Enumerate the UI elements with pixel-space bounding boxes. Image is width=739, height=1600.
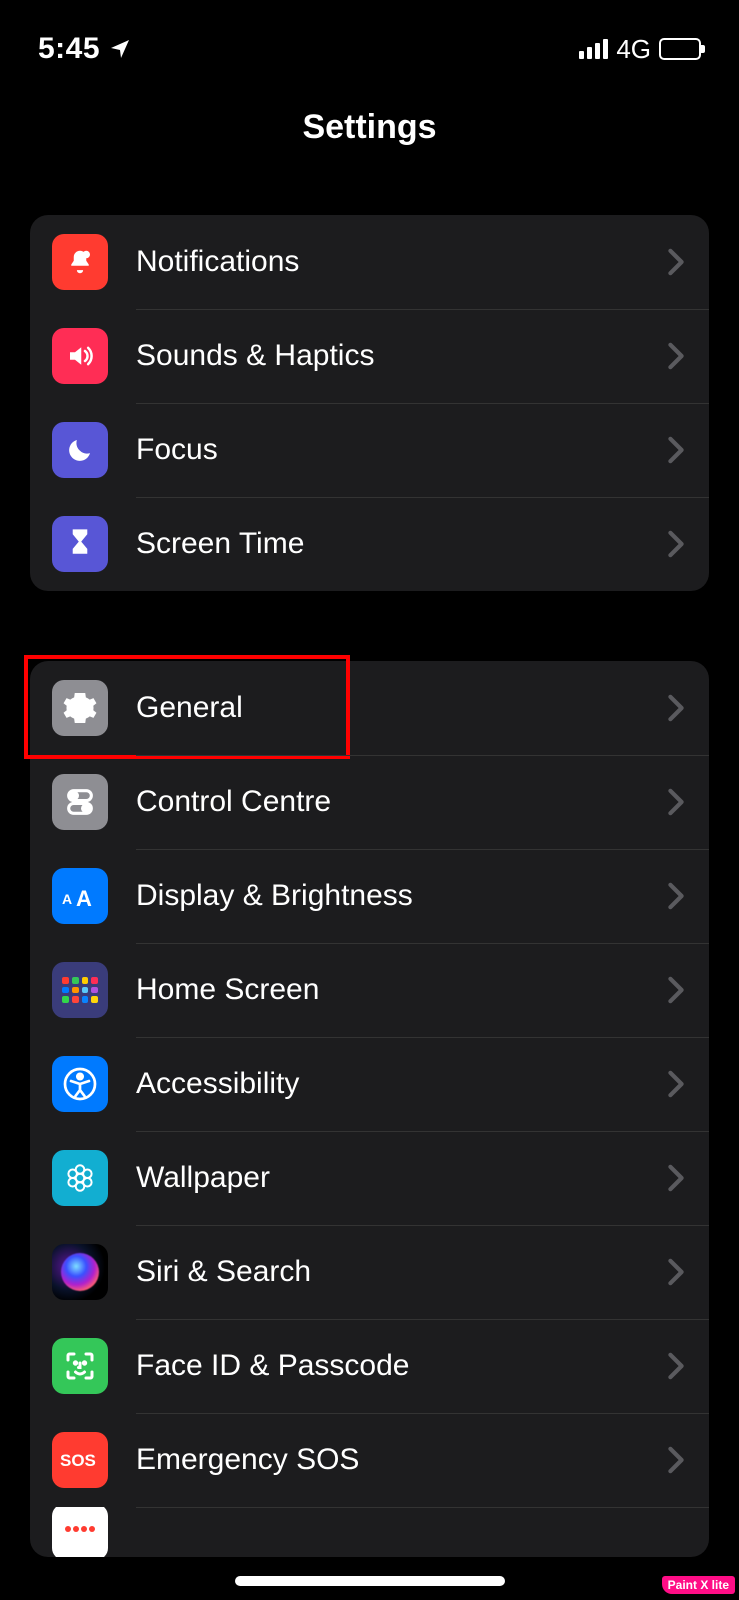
row-partial-next[interactable] <box>30 1507 709 1557</box>
chevron-right-icon <box>667 694 685 722</box>
row-label: Wallpaper <box>136 1161 667 1195</box>
control-centre-icon <box>52 774 108 830</box>
siri-icon <box>52 1244 108 1300</box>
row-label: Notifications <box>136 245 667 279</box>
accessibility-icon <box>52 1056 108 1112</box>
chevron-right-icon <box>667 436 685 464</box>
chevron-right-icon <box>667 1164 685 1192</box>
cellular-label: 4G <box>616 34 651 65</box>
row-home-screen[interactable]: Home Screen <box>30 943 709 1037</box>
row-label: Siri & Search <box>136 1255 667 1289</box>
row-wallpaper[interactable]: Wallpaper <box>30 1131 709 1225</box>
home-screen-icon <box>52 962 108 1018</box>
notifications-icon <box>52 234 108 290</box>
status-left: 5:45 <box>38 32 132 66</box>
sounds-icon <box>52 328 108 384</box>
exposure-notifications-icon <box>52 1507 108 1557</box>
row-sounds-haptics[interactable]: Sounds & Haptics <box>30 309 709 403</box>
clock-time: 5:45 <box>38 32 100 66</box>
chevron-right-icon <box>667 342 685 370</box>
chevron-right-icon <box>667 530 685 558</box>
home-indicator[interactable] <box>235 1576 505 1586</box>
settings-section-general-group: General Control Centre AA Display & Brig… <box>30 661 709 1557</box>
row-label: Face ID & Passcode <box>136 1349 667 1383</box>
status-bar: 5:45 4G <box>0 0 739 70</box>
chevron-right-icon <box>667 976 685 1004</box>
row-label: Screen Time <box>136 527 667 561</box>
watermark-label: Paint X lite <box>662 1576 735 1594</box>
row-face-id-passcode[interactable]: Face ID & Passcode <box>30 1319 709 1413</box>
chevron-right-icon <box>667 882 685 910</box>
row-screen-time[interactable]: Screen Time <box>30 497 709 591</box>
status-right: 4G <box>579 34 701 65</box>
row-focus[interactable]: Focus <box>30 403 709 497</box>
display-brightness-icon: AA <box>52 868 108 924</box>
chevron-right-icon <box>667 1258 685 1286</box>
row-control-centre[interactable]: Control Centre <box>30 755 709 849</box>
location-icon <box>108 37 132 61</box>
focus-icon <box>52 422 108 478</box>
chevron-right-icon <box>667 1352 685 1380</box>
row-display-brightness[interactable]: AA Display & Brightness <box>30 849 709 943</box>
row-label: Sounds & Haptics <box>136 339 667 373</box>
row-label: Emergency SOS <box>136 1443 667 1477</box>
face-id-icon <box>52 1338 108 1394</box>
row-emergency-sos[interactable]: SOS Emergency SOS <box>30 1413 709 1507</box>
row-siri-search[interactable]: Siri & Search <box>30 1225 709 1319</box>
screen-time-icon <box>52 516 108 572</box>
page-title: Settings <box>0 108 739 147</box>
general-icon <box>52 680 108 736</box>
row-notifications[interactable]: Notifications <box>30 215 709 309</box>
row-label: Accessibility <box>136 1067 667 1101</box>
row-label: Home Screen <box>136 973 667 1007</box>
chevron-right-icon <box>667 788 685 816</box>
emergency-sos-icon: SOS <box>52 1432 108 1488</box>
wallpaper-icon <box>52 1150 108 1206</box>
row-label: Display & Brightness <box>136 879 667 913</box>
row-label: General <box>136 691 667 725</box>
chevron-right-icon <box>667 248 685 276</box>
chevron-right-icon <box>667 1070 685 1098</box>
cellular-signal-icon <box>579 39 608 59</box>
svg-text:SOS: SOS <box>60 1451 96 1470</box>
chevron-right-icon <box>667 1446 685 1474</box>
row-general[interactable]: General <box>30 661 709 755</box>
page-header: Settings <box>0 70 739 175</box>
svg-text:A: A <box>76 886 92 910</box>
row-label: Focus <box>136 433 667 467</box>
row-accessibility[interactable]: Accessibility <box>30 1037 709 1131</box>
row-label: Control Centre <box>136 785 667 819</box>
svg-text:A: A <box>62 891 72 907</box>
battery-icon <box>659 38 701 60</box>
settings-section-notifications-group: Notifications Sounds & Haptics Focus Scr… <box>30 215 709 591</box>
